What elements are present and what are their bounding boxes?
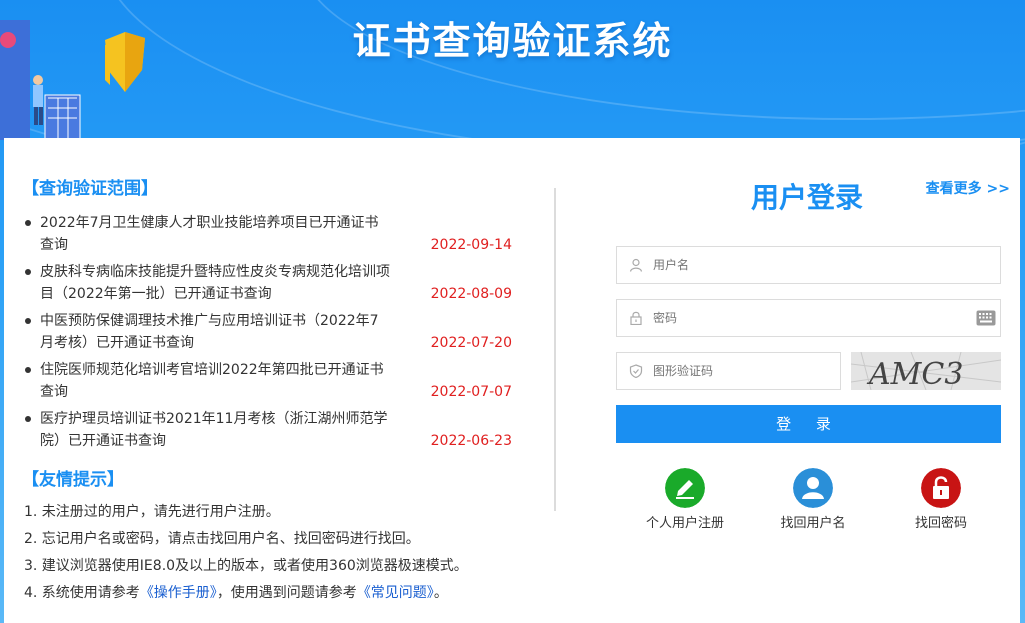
page-title: 证书查询验证系统	[352, 19, 673, 63]
bullet	[25, 318, 31, 324]
main-panel: 【查询验证范围】 2022年7月卫生健康人才职业技能培养项目已开通证书查询 20…	[4, 138, 1020, 623]
item-date: 2022-06-23	[430, 433, 512, 449]
list-item[interactable]: 中医预防保健调理技术推广与应用培训证书（2022年7月考核）已开通证书查询 20…	[22, 310, 517, 359]
lock-icon	[630, 311, 642, 325]
tip-item: 4. 系统使用请参考《操作手册》，使用遇到问题请参考《常见问题》。	[22, 580, 522, 607]
captcha-text: AMC3	[866, 357, 963, 390]
scope-title: 【查询验证范围】	[22, 179, 158, 199]
item-text[interactable]: 2022年7月卫生健康人才职业技能培养项目已开通证书查询	[40, 212, 390, 256]
list-item[interactable]: 2022年7月卫生健康人才职业技能培养项目已开通证书查询 2022-09-14	[22, 212, 517, 261]
item-date: 2022-08-09	[430, 286, 512, 302]
captcha-field[interactable]	[616, 352, 841, 390]
find-username-label: 找回用户名	[780, 516, 846, 531]
captcha-input[interactable]	[617, 353, 840, 389]
faq-link[interactable]: 《常见问题》	[357, 585, 434, 601]
tip-item: 1. 未注册过的用户，请先进行用户注册。	[24, 504, 280, 520]
bullet	[25, 416, 31, 422]
tip-item: 3. 建议浏览器使用IE8.0及以上的版本，或者使用360浏览器极速模式。	[24, 558, 468, 574]
item-date: 2022-09-14	[430, 237, 512, 253]
bullet	[25, 269, 31, 275]
item-text[interactable]: 医疗护理员培训证书2021年11月考核（浙江湖州师范学院）已开通证书查询	[40, 408, 390, 452]
item-text[interactable]: 中医预防保健调理技术推广与应用培训证书（2022年7月考核）已开通证书查询	[40, 310, 390, 354]
login-button[interactable]: 登 录	[616, 405, 1001, 443]
item-date: 2022-07-07	[430, 384, 512, 400]
shield-check-icon	[629, 364, 643, 378]
find-password-label: 找回密码	[914, 516, 967, 531]
scope-list: 2022年7月卫生健康人才职业技能培养项目已开通证书查询 2022-09-14 …	[22, 212, 522, 457]
tips-list: 1. 未注册过的用户，请先进行用户注册。 2. 忘记用户名或密码，请点击找回用户…	[22, 499, 522, 607]
login-title: 用户登录	[750, 181, 863, 214]
item-text[interactable]: 住院医师规范化培训考官培训2022年第四批已开通证书查询	[40, 359, 390, 403]
captcha-row: AMC3	[616, 352, 1006, 390]
login-section: 用户登录 用户名 图形验证码 AMC3 登 录 个人用户注册 找回用户名 找回密…	[616, 176, 1006, 548]
user-icon	[629, 258, 643, 272]
manual-link[interactable]: 《操作手册》	[140, 585, 217, 601]
username-field[interactable]	[616, 246, 1001, 284]
divider	[554, 188, 556, 511]
tip-text: ，使用遇到问题请参考	[216, 585, 357, 601]
tip-text: 。	[433, 585, 448, 601]
item-text[interactable]: 皮肤科专病临床技能提升暨特应性皮炎专病规范化培训项目（2022年第一批）已开通证…	[40, 261, 390, 305]
tip-item: 2. 忘记用户名或密码，请点击找回用户名、找回密码进行找回。	[24, 531, 420, 547]
register-label: 个人用户注册	[645, 516, 724, 531]
scope-section: 【查询验证范围】 2022年7月卫生健康人才职业技能培养项目已开通证书查询 20…	[22, 176, 522, 607]
login-actions: 个人用户注册 找回用户名 找回密码	[616, 468, 1006, 548]
keyboard-icon[interactable]	[976, 310, 996, 326]
find-username-button[interactable]: 找回用户名	[758, 468, 868, 531]
list-item[interactable]: 皮肤科专病临床技能提升暨特应性皮炎专病规范化培训项目（2022年第一批）已开通证…	[22, 261, 517, 310]
find-password-button[interactable]: 找回密码	[886, 468, 996, 531]
username-input[interactable]	[617, 247, 1000, 283]
list-item[interactable]: 医疗护理员培训证书2021年11月考核（浙江湖州师范学院）已开通证书查询 202…	[22, 408, 517, 457]
list-item[interactable]: 住院医师规范化培训考官培训2022年第四批已开通证书查询 2022-07-07	[22, 359, 517, 408]
password-input[interactable]	[617, 300, 1000, 336]
tip-text: 4. 系统使用请参考	[24, 585, 140, 601]
bullet	[25, 220, 31, 226]
bullet	[25, 367, 31, 373]
register-button[interactable]: 个人用户注册	[630, 468, 740, 531]
user-circle-icon	[793, 468, 833, 508]
captcha-image[interactable]: AMC3	[851, 352, 1001, 390]
item-date: 2022-07-20	[430, 335, 512, 351]
edit-icon	[665, 468, 705, 508]
unlock-icon	[921, 468, 961, 508]
password-field[interactable]	[616, 299, 1001, 337]
tips-title: 【友情提示】	[22, 470, 124, 490]
